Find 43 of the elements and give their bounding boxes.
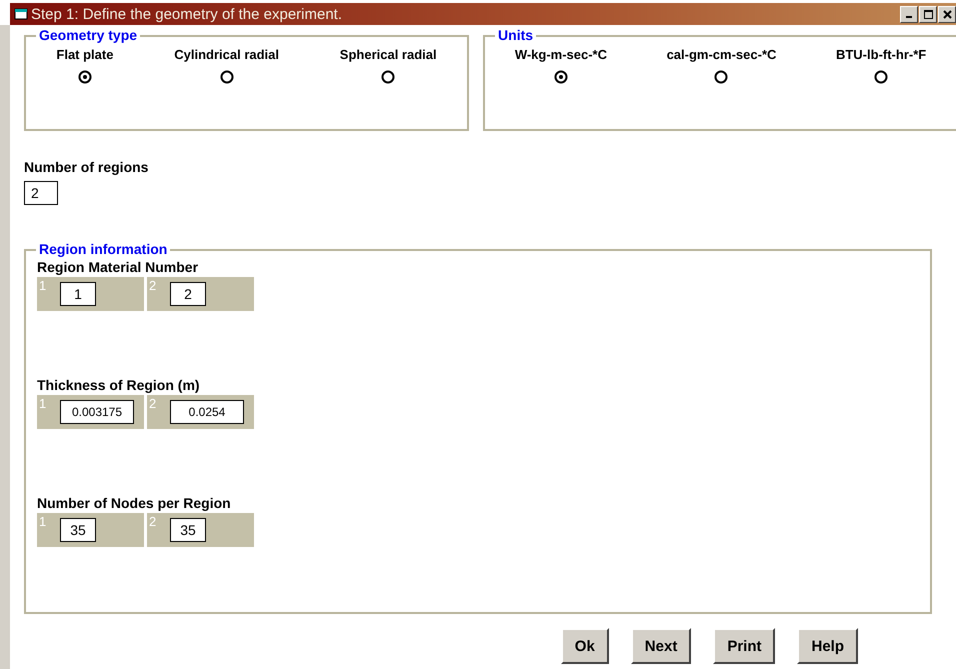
section-label: Thickness of Region (m): [37, 377, 200, 393]
maximize-icon: [924, 10, 932, 18]
cell-index: 1: [39, 514, 46, 529]
radio-button[interactable]: [381, 70, 396, 84]
input-field[interactable]: 0.0254: [170, 400, 244, 424]
close-button[interactable]: [938, 6, 956, 22]
input-field[interactable]: 2: [24, 181, 58, 205]
dialog-button[interactable]: Ok: [560, 628, 609, 664]
group-legend: Units: [495, 27, 536, 43]
dialog-button[interactable]: Help: [797, 628, 858, 664]
cell-index: 2: [149, 514, 156, 529]
input-field[interactable]: 35: [170, 518, 206, 542]
radio-button[interactable]: [78, 70, 92, 84]
group-legend: Region information: [36, 241, 170, 257]
group-legend: Geometry type: [36, 27, 140, 43]
option-label: Flat plate: [56, 47, 114, 62]
dialog-button[interactable]: Print: [713, 628, 776, 664]
option-label: Spherical radial: [340, 47, 437, 62]
radio-button[interactable]: [554, 70, 568, 84]
window-icon: [14, 8, 28, 20]
option-label: W-kg-m-sec-*C: [514, 47, 608, 62]
cell-index: 2: [149, 396, 156, 411]
input-field[interactable]: 35: [60, 518, 96, 542]
cell-index: 1: [39, 396, 46, 411]
option-label: cal-gm-cm-sec-*C: [666, 47, 776, 62]
option-label: BTU-lb-ft-hr-*F: [836, 47, 926, 62]
input-field[interactable]: 0.003175: [60, 400, 134, 424]
radio-button[interactable]: [220, 70, 234, 84]
minimize-button[interactable]: [900, 6, 918, 22]
radio-button[interactable]: [874, 70, 888, 84]
input-field[interactable]: 1: [60, 282, 96, 306]
section-label: Region Material Number: [37, 259, 198, 275]
cell-index: 2: [149, 278, 156, 293]
close-icon: [942, 10, 952, 18]
window-title: Step 1: Define the geometry of the experiment.: [31, 6, 344, 22]
radio-button[interactable]: [714, 70, 728, 84]
dialog-button[interactable]: Next: [630, 628, 692, 664]
section-label: Number of Nodes per Region: [37, 495, 231, 511]
maximize-button[interactable]: [919, 6, 937, 22]
cell-index: 1: [39, 278, 46, 293]
field-label: Number of regions: [24, 159, 148, 175]
option-label: Cylindrical radial: [174, 47, 280, 62]
input-field[interactable]: 2: [170, 282, 206, 306]
